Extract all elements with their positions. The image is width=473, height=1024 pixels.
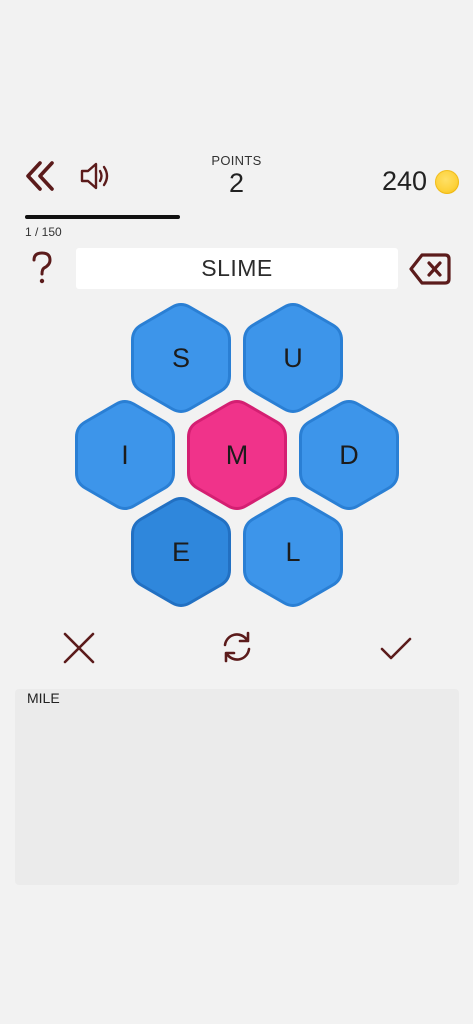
shuffle-button[interactable] [216, 626, 258, 668]
coin-balance: 240 [382, 166, 459, 197]
hex-tile-letter: L [285, 536, 301, 567]
found-words-panel: MILE [15, 689, 459, 885]
hex-tile-letter: E [171, 536, 190, 567]
coins-value: 240 [381, 166, 427, 196]
level-progress-bar [25, 215, 180, 219]
hex-tile-l[interactable]: L [241, 494, 345, 610]
refresh-icon [223, 631, 251, 663]
hex-tile-e[interactable]: E [129, 494, 233, 610]
checkmark-icon [380, 637, 412, 660]
clear-button[interactable] [58, 627, 100, 669]
level-progress-fill [25, 215, 180, 219]
found-word: MILE [27, 690, 60, 706]
backspace-button[interactable] [408, 250, 452, 288]
current-word-display: SLIME [76, 248, 398, 289]
submit-button[interactable] [375, 627, 417, 669]
close-icon [63, 632, 95, 664]
coin-icon [435, 169, 459, 194]
help-button[interactable] [26, 249, 58, 287]
question-mark-icon [32, 251, 52, 284]
letter-board: S U I M D E L [73, 300, 403, 610]
backspace-icon [409, 253, 451, 285]
level-progress-text: 1 / 150 [25, 225, 62, 239]
